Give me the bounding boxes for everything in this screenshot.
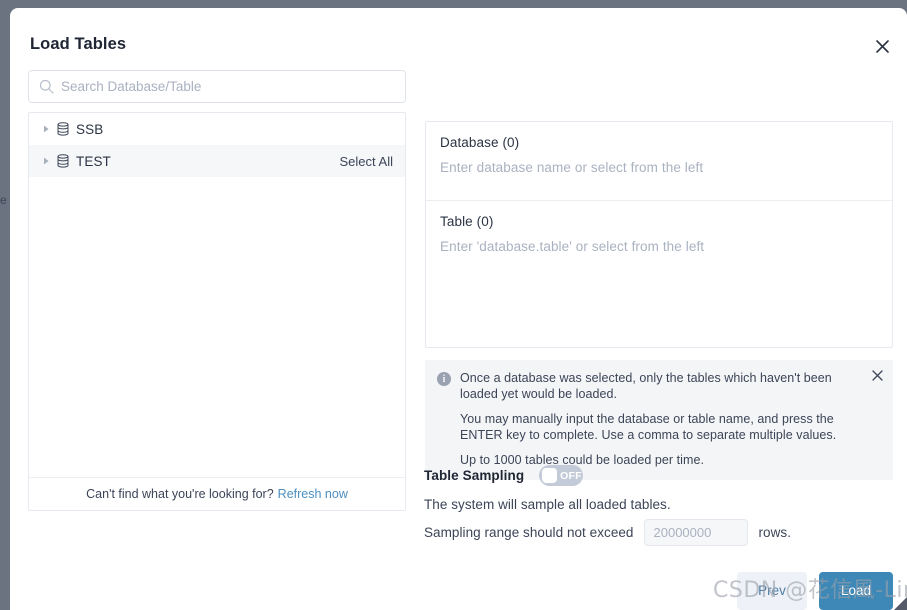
background-edge-text: e bbox=[0, 193, 7, 207]
sampling-description: The system will sample all loaded tables… bbox=[424, 497, 671, 512]
database-icon bbox=[55, 121, 71, 137]
search-input[interactable] bbox=[54, 71, 405, 102]
refresh-now-link[interactable]: Refresh now bbox=[278, 487, 348, 501]
database-icon bbox=[55, 153, 71, 169]
right-panel: Database (0) Enter database name or sele… bbox=[425, 121, 893, 480]
select-all-button[interactable]: Select All bbox=[340, 154, 393, 169]
table-input-placeholder[interactable]: Enter 'database.table' or select from th… bbox=[440, 239, 878, 254]
corner-marker bbox=[894, 597, 907, 610]
database-input-placeholder[interactable]: Enter database name or select from the l… bbox=[440, 160, 878, 175]
chevron-right-icon[interactable] bbox=[39, 125, 53, 133]
tree-row[interactable]: TEST Select All bbox=[29, 145, 405, 177]
notice-line-2: You may manually input the database or t… bbox=[460, 412, 837, 442]
table-sampling-section: Table Sampling OFF The system will sampl… bbox=[424, 465, 894, 546]
sampling-range-prefix: Sampling range should not exceed bbox=[424, 525, 634, 540]
selection-box: Database (0) Enter database name or sele… bbox=[425, 121, 893, 348]
database-tree-list: SSB TEST Select All bbox=[29, 113, 405, 177]
sampling-range-suffix: rows. bbox=[758, 525, 792, 540]
database-section-title: Database (0) bbox=[440, 135, 520, 150]
search-icon bbox=[38, 79, 54, 95]
load-button[interactable]: Load bbox=[819, 572, 893, 610]
prev-button[interactable]: Prev bbox=[737, 572, 807, 610]
table-sampling-label: Table Sampling bbox=[424, 468, 525, 483]
left-panel: SSB bbox=[28, 70, 408, 511]
tree-item-label: TEST bbox=[76, 153, 111, 169]
dialog-footer: Prev Load bbox=[737, 572, 893, 610]
tree-row[interactable]: SSB bbox=[29, 113, 405, 145]
chevron-right-icon[interactable] bbox=[39, 157, 53, 165]
table-selection-section[interactable]: Table (0) Enter 'database.table' or sele… bbox=[426, 201, 892, 347]
tree-footer: Can't find what you're looking for? Refr… bbox=[29, 477, 405, 510]
database-tree-panel: SSB TEST Select All Can't find what you'… bbox=[28, 112, 406, 511]
toggle-state-label: OFF bbox=[560, 469, 582, 482]
toggle-knob bbox=[542, 468, 558, 483]
info-icon: i bbox=[437, 372, 451, 386]
tree-footer-text: Can't find what you're looking for? bbox=[86, 487, 274, 501]
table-sampling-toggle[interactable]: OFF bbox=[539, 465, 584, 486]
table-section-title: Table (0) bbox=[440, 214, 494, 229]
notice-close-icon[interactable] bbox=[871, 369, 883, 381]
info-notice: i Once a database was selected, only the… bbox=[425, 360, 893, 480]
database-selection-section[interactable]: Database (0) Enter database name or sele… bbox=[426, 122, 892, 201]
page-title: Load Tables bbox=[30, 35, 127, 53]
sampling-rows-input[interactable] bbox=[643, 519, 748, 546]
tree-item-label: SSB bbox=[76, 121, 104, 137]
load-tables-dialog: Load Tables Search Database/Table SSB TE… bbox=[10, 8, 907, 610]
close-icon[interactable] bbox=[869, 33, 895, 59]
search-box[interactable] bbox=[28, 70, 406, 103]
notice-line-1: Once a database was selected, only the t… bbox=[460, 371, 832, 401]
